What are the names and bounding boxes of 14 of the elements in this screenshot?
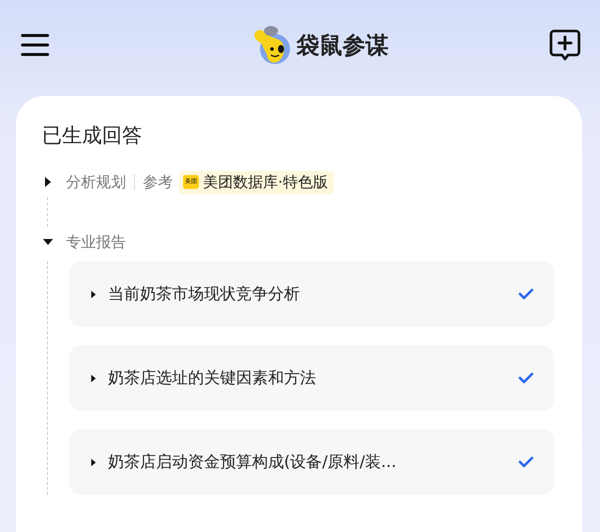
report-section[interactable]: 当前奶茶市场现状竞争分析 xyxy=(69,261,554,327)
app-title: 袋鼠参谋 xyxy=(296,32,388,60)
expand-arrow-icon[interactable] xyxy=(89,290,98,298)
new-chat-icon[interactable] xyxy=(548,28,582,62)
source-name: 美团数据库·特色版 xyxy=(203,172,328,192)
expand-arrow-icon[interactable] xyxy=(89,374,98,382)
menu-icon[interactable] xyxy=(19,32,51,58)
step-label[interactable]: 分析规划 xyxy=(66,172,126,192)
report-section[interactable]: 奶茶店选址的关键因素和方法 xyxy=(69,345,554,411)
report-section[interactable]: 奶茶店启动资金预算构成(设备/原料/装... xyxy=(69,429,554,495)
step-label[interactable]: 专业报告 xyxy=(66,232,126,252)
expand-arrow-icon[interactable] xyxy=(89,458,98,466)
answer-title: 已生成回答 xyxy=(42,122,143,149)
reference-label: 参考 xyxy=(143,172,173,192)
